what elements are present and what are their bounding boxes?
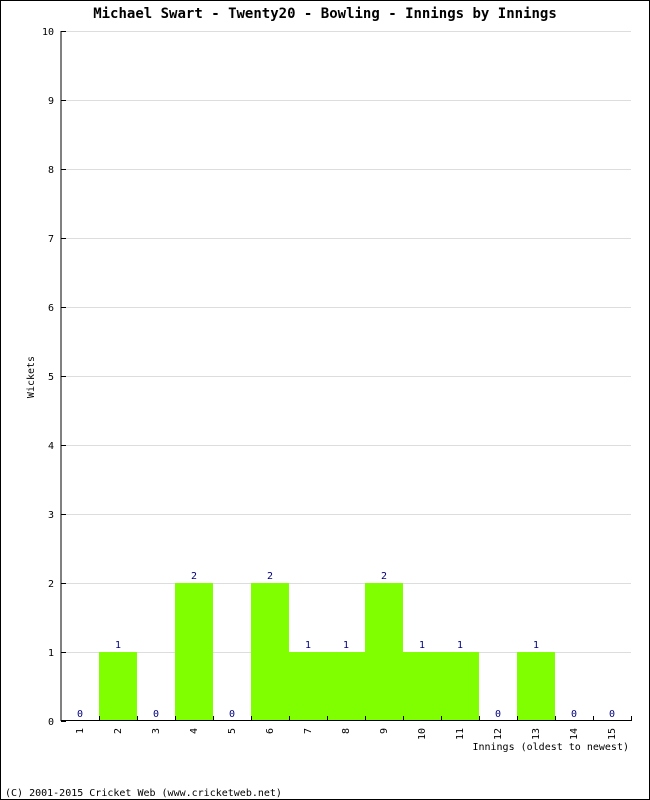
value-label: 2	[381, 571, 387, 582]
gridlines	[61, 31, 631, 722]
y-tick-label: 9	[48, 96, 54, 107]
x-tick-label: 11	[455, 728, 466, 740]
x-tick-label: 7	[303, 728, 314, 734]
x-tick-label: 15	[607, 728, 618, 740]
x-tick-label: 3	[151, 728, 162, 734]
y-tick-label: 6	[48, 303, 54, 314]
y-tick-label: 2	[48, 579, 54, 590]
copyright-footer: (C) 2001-2015 Cricket Web (www.cricketwe…	[5, 788, 282, 799]
value-label: 1	[419, 640, 425, 651]
x-tick-label: 13	[531, 728, 542, 740]
x-tick-label: 12	[493, 728, 504, 740]
x-tick-label: 8	[341, 728, 352, 734]
value-label: 0	[229, 709, 235, 720]
value-label: 1	[305, 640, 311, 651]
x-tick-label: 9	[379, 728, 390, 734]
bar	[289, 652, 327, 721]
y-tick-label: 0	[48, 717, 54, 728]
value-label: 2	[267, 571, 273, 582]
bar	[99, 652, 137, 721]
y-tick-label: 4	[48, 441, 54, 452]
x-tick-labels: 1 2 3 4 5 6 7 8 9 10 11 12 13 14 15	[75, 728, 618, 740]
bar	[327, 652, 365, 721]
y-axis-label: Wickets	[26, 356, 37, 398]
bar	[175, 583, 213, 721]
bar	[517, 652, 555, 721]
x-tick-label: 2	[113, 728, 124, 734]
x-axis-label: Innings (oldest to newest)	[472, 742, 629, 753]
value-label: 0	[153, 709, 159, 720]
x-tick-label: 6	[265, 728, 276, 734]
x-tick-label: 4	[189, 728, 200, 734]
y-tick-labels: 0 1 2 3 4 5 6 7 8 9 10	[42, 27, 54, 728]
y-tick-label: 5	[48, 372, 54, 383]
value-label: 2	[191, 571, 197, 582]
bar	[365, 583, 403, 721]
value-label: 0	[495, 709, 501, 720]
value-label: 0	[571, 709, 577, 720]
value-label: 1	[533, 640, 539, 651]
bar	[441, 652, 479, 721]
chart-frame: Michael Swart - Twenty20 - Bowling - Inn…	[0, 0, 650, 800]
x-tick-label: 10	[417, 728, 428, 740]
value-label: 1	[343, 640, 349, 651]
bar	[403, 652, 441, 721]
y-tick-label: 1	[48, 648, 54, 659]
value-label: 1	[115, 640, 121, 651]
value-label: 0	[77, 709, 83, 720]
chart-title: Michael Swart - Twenty20 - Bowling - Inn…	[93, 6, 557, 22]
value-label: 1	[457, 640, 463, 651]
y-tick-label: 10	[42, 27, 54, 38]
value-label: 0	[609, 709, 615, 720]
y-tick-label: 3	[48, 510, 54, 521]
x-tick-label: 1	[75, 728, 86, 734]
x-tick-label: 14	[569, 728, 580, 740]
bar	[251, 583, 289, 721]
x-tick-label: 5	[227, 728, 238, 734]
bar-chart: Michael Swart - Twenty20 - Bowling - Inn…	[5, 6, 632, 799]
y-tick-label: 8	[48, 165, 54, 176]
y-tick-label: 7	[48, 234, 54, 245]
